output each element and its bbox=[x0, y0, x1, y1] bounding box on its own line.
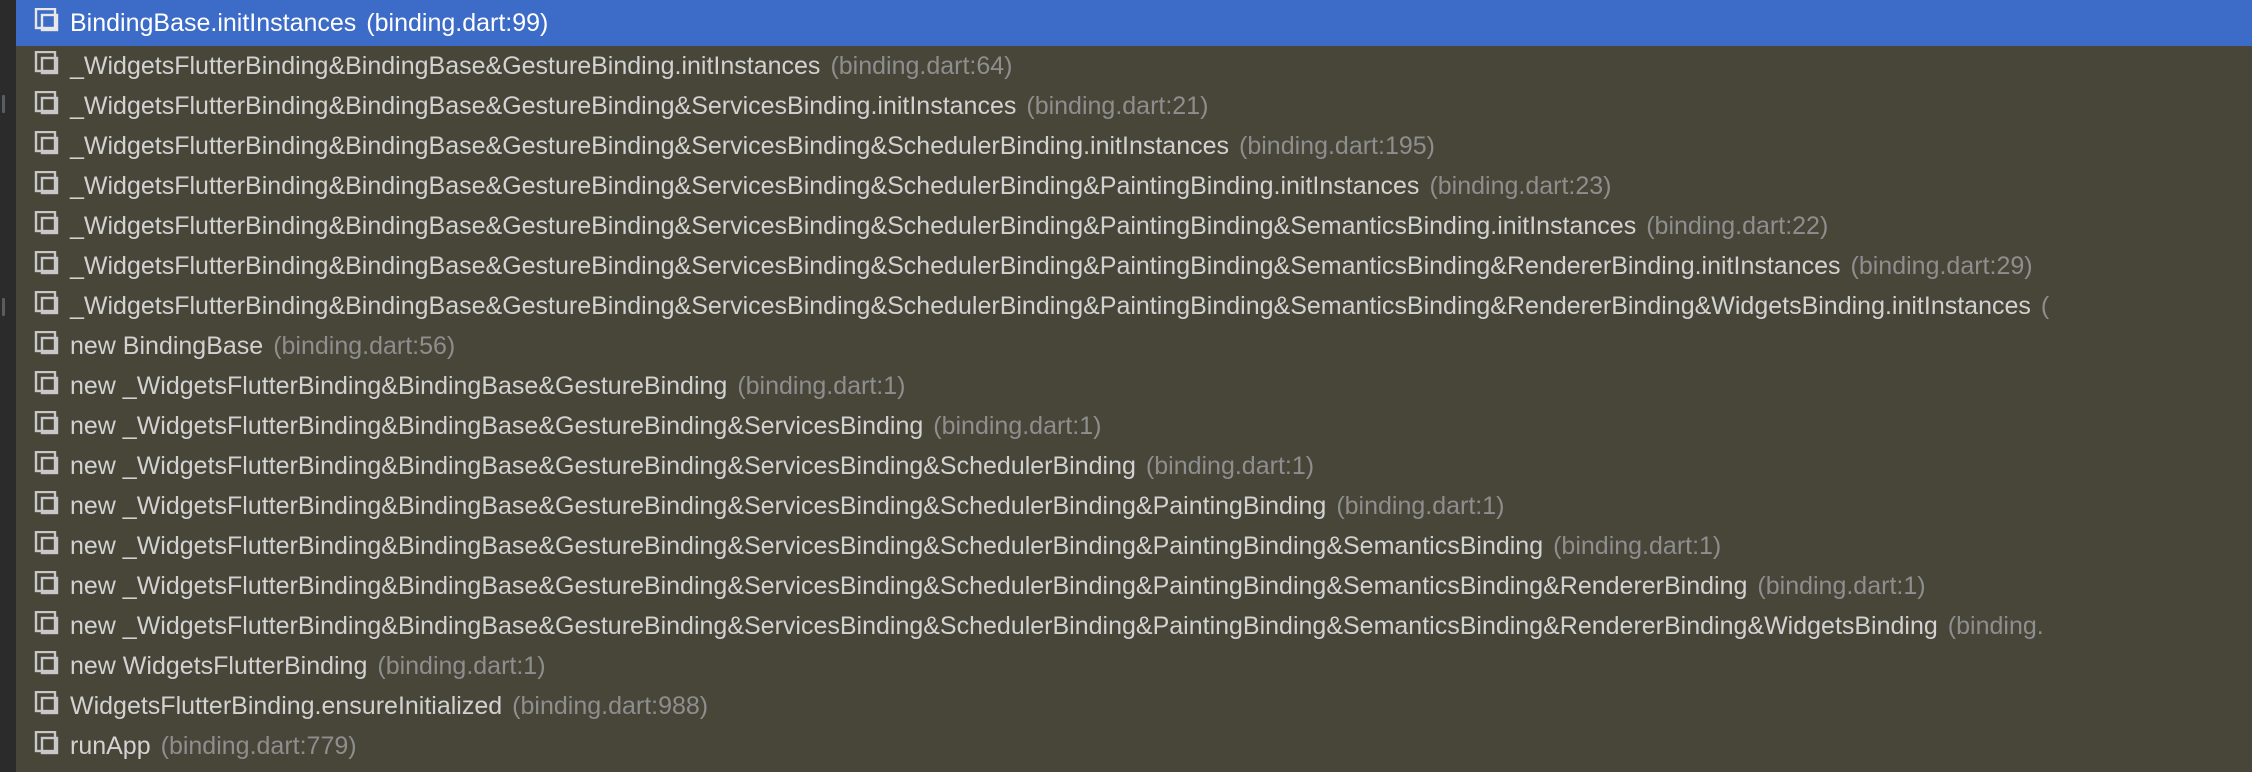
frame-location: (binding.dart:29) bbox=[1850, 251, 2033, 280]
frame-row[interactable]: new _WidgetsFlutterBinding&BindingBase&G… bbox=[16, 566, 2252, 606]
frame-method: new _WidgetsFlutterBinding&BindingBase&G… bbox=[70, 611, 1938, 640]
frame-row[interactable]: new _WidgetsFlutterBinding&BindingBase&G… bbox=[16, 526, 2252, 566]
frame-location: (binding.dart:23) bbox=[1429, 171, 1612, 200]
frame-location: ( bbox=[2040, 291, 2050, 320]
frame-stack-icon bbox=[34, 531, 59, 555]
frame-row[interactable]: new _WidgetsFlutterBinding&BindingBase&G… bbox=[16, 606, 2252, 646]
frame-location: (binding.dart:1) bbox=[1336, 491, 1505, 520]
frame-method: _WidgetsFlutterBinding&BindingBase&Gestu… bbox=[70, 131, 1230, 160]
frame-stack-icon bbox=[34, 8, 59, 32]
frame-row[interactable]: BindingBase.initInstances (binding.dart:… bbox=[16, 0, 2252, 46]
frame-method: _WidgetsFlutterBinding&BindingBase&Gestu… bbox=[70, 171, 1420, 200]
frame-stack-icon bbox=[34, 331, 59, 355]
frame-method: runApp bbox=[70, 731, 151, 760]
frame-method: _WidgetsFlutterBinding&BindingBase&Gestu… bbox=[70, 51, 821, 80]
frame-stack-icon bbox=[34, 371, 59, 395]
frame-method: new _WidgetsFlutterBinding&BindingBase&G… bbox=[70, 531, 1544, 560]
frame-method: _WidgetsFlutterBinding&BindingBase&Gestu… bbox=[70, 91, 1017, 120]
frame-row[interactable]: new _WidgetsFlutterBinding&BindingBase&G… bbox=[16, 486, 2252, 526]
frame-location: (binding.dart:1) bbox=[933, 411, 1102, 440]
frame-method: _WidgetsFlutterBinding&BindingBase&Gestu… bbox=[70, 291, 2031, 320]
frame-row[interactable]: _WidgetsFlutterBinding&BindingBase&Gestu… bbox=[16, 166, 2252, 206]
gutter-marker bbox=[2, 95, 5, 113]
debugger-frames-panel: BindingBase.initInstances (binding.dart:… bbox=[0, 0, 2252, 772]
frame-row[interactable]: new _WidgetsFlutterBinding&BindingBase&G… bbox=[16, 366, 2252, 406]
frame-row[interactable]: new BindingBase (binding.dart:56) bbox=[16, 326, 2252, 366]
frame-method: new _WidgetsFlutterBinding&BindingBase&G… bbox=[70, 491, 1327, 520]
frame-row[interactable]: new _WidgetsFlutterBinding&BindingBase&G… bbox=[16, 446, 2252, 486]
frame-location: (binding.dart:1) bbox=[737, 371, 906, 400]
frame-method: BindingBase.initInstances bbox=[70, 8, 357, 37]
frame-location: (binding.dart:1) bbox=[1757, 571, 1926, 600]
frame-stack-icon bbox=[34, 731, 59, 755]
frame-row[interactable]: _WidgetsFlutterBinding&BindingBase&Gestu… bbox=[16, 126, 2252, 166]
frame-stack-icon bbox=[34, 131, 59, 155]
frame-method: new _WidgetsFlutterBinding&BindingBase&G… bbox=[70, 451, 1136, 480]
frame-row[interactable]: new WidgetsFlutterBinding (binding.dart:… bbox=[16, 646, 2252, 686]
frame-stack-icon bbox=[34, 451, 59, 475]
frame-location: (binding.dart:99) bbox=[366, 8, 549, 37]
frame-row[interactable]: runApp (binding.dart:779) bbox=[16, 726, 2252, 766]
frame-location: (binding.dart:56) bbox=[273, 331, 456, 360]
left-gutter bbox=[0, 0, 16, 772]
frame-method: WidgetsFlutterBinding.ensureInitialized bbox=[70, 691, 503, 720]
frame-stack-icon bbox=[34, 611, 59, 635]
frame-stack-icon bbox=[34, 651, 59, 675]
frame-row[interactable]: _WidgetsFlutterBinding&BindingBase&Gestu… bbox=[16, 246, 2252, 286]
frame-stack-icon bbox=[34, 491, 59, 515]
frame-location: (binding.dart:22) bbox=[1646, 211, 1829, 240]
frame-row[interactable]: _WidgetsFlutterBinding&BindingBase&Gestu… bbox=[16, 86, 2252, 126]
frames-list: BindingBase.initInstances (binding.dart:… bbox=[16, 0, 2252, 772]
frame-location: (binding. bbox=[1947, 611, 2044, 640]
frame-stack-icon bbox=[34, 51, 59, 75]
frame-row[interactable]: _WidgetsFlutterBinding&BindingBase&Gestu… bbox=[16, 206, 2252, 246]
frame-location: (binding.dart:1) bbox=[1145, 451, 1315, 480]
gutter-marker bbox=[2, 298, 5, 316]
frame-stack-icon bbox=[34, 571, 59, 595]
frame-method: _WidgetsFlutterBinding&BindingBase&Gestu… bbox=[70, 251, 1841, 280]
frame-row[interactable]: new _WidgetsFlutterBinding&BindingBase&G… bbox=[16, 406, 2252, 446]
frame-location: (binding.dart:21) bbox=[1026, 91, 1209, 120]
frame-method: new _WidgetsFlutterBinding&BindingBase&G… bbox=[70, 571, 1748, 600]
frame-location: (binding.dart:779) bbox=[160, 731, 357, 760]
frame-stack-icon bbox=[34, 171, 59, 195]
frame-method: new WidgetsFlutterBinding bbox=[70, 651, 368, 680]
frame-location: (binding.dart:1) bbox=[377, 651, 546, 680]
frame-location: (binding.dart:1) bbox=[1553, 531, 1722, 560]
frame-stack-icon bbox=[34, 691, 59, 715]
frame-stack-icon bbox=[34, 91, 59, 115]
frame-stack-icon bbox=[34, 211, 59, 235]
frame-stack-icon bbox=[34, 251, 59, 275]
frame-method: new BindingBase bbox=[70, 331, 264, 360]
frame-location: (binding.dart:988) bbox=[512, 691, 709, 720]
frame-location: (binding.dart:64) bbox=[830, 51, 1013, 80]
frame-method: new _WidgetsFlutterBinding&BindingBase&G… bbox=[70, 411, 924, 440]
frame-row[interactable]: _WidgetsFlutterBinding&BindingBase&Gestu… bbox=[16, 46, 2252, 86]
frame-stack-icon bbox=[34, 411, 59, 435]
frame-row[interactable]: WidgetsFlutterBinding.ensureInitialized … bbox=[16, 686, 2252, 726]
frame-row[interactable]: _WidgetsFlutterBinding&BindingBase&Gestu… bbox=[16, 286, 2252, 326]
frame-location: (binding.dart:195) bbox=[1239, 131, 1435, 160]
frame-stack-icon bbox=[34, 291, 59, 315]
frame-method: new _WidgetsFlutterBinding&BindingBase&G… bbox=[70, 371, 728, 400]
frame-method: _WidgetsFlutterBinding&BindingBase&Gestu… bbox=[70, 211, 1637, 240]
